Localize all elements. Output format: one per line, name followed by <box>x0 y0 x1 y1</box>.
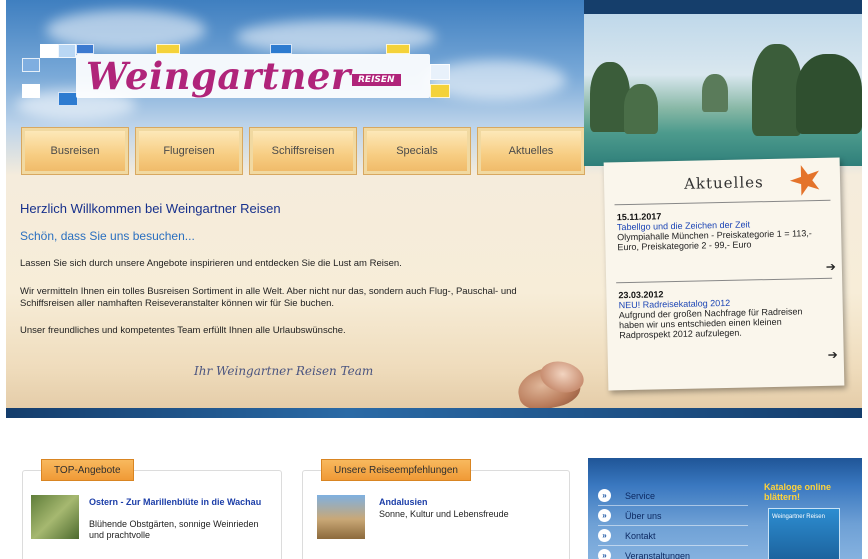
offer-thumbnail[interactable] <box>31 495 79 539</box>
nav-flugreisen[interactable]: Flugreisen <box>136 128 242 174</box>
arrow-right-icon[interactable]: ➔ <box>826 260 836 274</box>
recommendation-thumbnail[interactable] <box>317 495 365 539</box>
nav-busreisen[interactable]: Busreisen <box>22 128 128 174</box>
catalog-cover-image[interactable]: Weingartner Reisen <box>768 508 840 559</box>
top-offers-box: TOP-Angebote Ostern - Zur Marillenblüte … <box>22 459 282 559</box>
logo[interactable]: Weingartner REISEN <box>22 44 462 106</box>
nav-aktuelles[interactable]: Aktuelles <box>478 128 584 174</box>
starfish-icon: ★ <box>781 153 831 207</box>
nav-schiffsreisen[interactable]: Schiffsreisen <box>250 128 356 174</box>
chevron-right-icon: » <box>598 549 611 559</box>
logo-suffix: REISEN <box>352 74 401 86</box>
sidebar-item-veranstaltungen[interactable]: » Veranstaltungen <box>598 546 748 559</box>
top-offers-tab: TOP-Angebote <box>41 459 134 481</box>
news-text: Aufgrund der großen Nachfrage für Radrei… <box>618 306 803 341</box>
team-signature: Ihr Weingartner Reisen Team <box>194 364 374 378</box>
news-title: Aktuelles <box>683 173 764 193</box>
catalog-promo[interactable]: Kataloge online blättern! Weingartner Re… <box>764 482 844 559</box>
sidebar-item-ueber-uns[interactable]: » Über uns <box>598 506 748 526</box>
news-text: Olympiahalle München - Preiskategorie 1 … <box>617 228 812 253</box>
welcome-paragraph: Wir vermitteln Ihnen ein tolles Busreise… <box>20 286 517 309</box>
arrow-right-icon[interactable]: ➔ <box>828 348 838 362</box>
recommendation-headline[interactable]: Andalusien <box>379 497 559 508</box>
welcome-title: Herzlich Willkommen bei Weingartner Reis… <box>20 201 281 216</box>
logo-wordmark: Weingartner <box>86 54 351 98</box>
news-item[interactable]: 15.11.2017 Tabellgo und die Zeichen der … <box>617 208 828 252</box>
news-item[interactable]: 23.03.2012 NEU! Radreisekatalog 2012 Auf… <box>618 286 829 340</box>
offer-text: Blühende Obstgärten, sonnige Weinrieden … <box>89 519 259 540</box>
catalog-label: blättern! <box>764 492 800 502</box>
chevron-right-icon: » <box>598 509 611 522</box>
recommendation-text: Sonne, Kultur und Lebensfreude <box>379 509 509 519</box>
side-panel: » Service » Über uns » Kontakt » Veranst… <box>588 458 862 559</box>
catalog-cover-title: Weingartner Reisen <box>772 514 825 520</box>
chevron-right-icon: » <box>598 489 611 502</box>
nav-specials[interactable]: Specials <box>364 128 470 174</box>
catalog-label: Kataloge online <box>764 482 832 492</box>
chevron-right-icon: » <box>598 529 611 542</box>
offer-headline[interactable]: Ostern - Zur Marillenblüte in die Wachau <box>89 497 269 508</box>
welcome-subtitle: Schön, dass Sie uns besuchen... <box>20 229 195 243</box>
welcome-paragraph: Lassen Sie sich durch unsere Angebote in… <box>20 258 402 269</box>
sidebar-item-service[interactable]: » Service <box>598 486 748 506</box>
sidebar-item-kontakt[interactable]: » Kontakt <box>598 526 748 546</box>
recommendations-box: Unsere Reiseempfehlungen Andalusien Sonn… <box>302 459 570 559</box>
main-nav: Busreisen Flugreisen Schiffsreisen Speci… <box>22 128 584 174</box>
sidebar-links: » Service » Über uns » Kontakt » Veranst… <box>598 486 748 559</box>
news-card: Aktuelles ★ 15.11.2017 Tabellgo und die … <box>603 153 845 391</box>
recommendations-tab: Unsere Reiseempfehlungen <box>321 459 471 481</box>
welcome-paragraph: Unser freundliches und kompetentes Team … <box>20 325 346 336</box>
header-photo-bay <box>584 14 862 166</box>
